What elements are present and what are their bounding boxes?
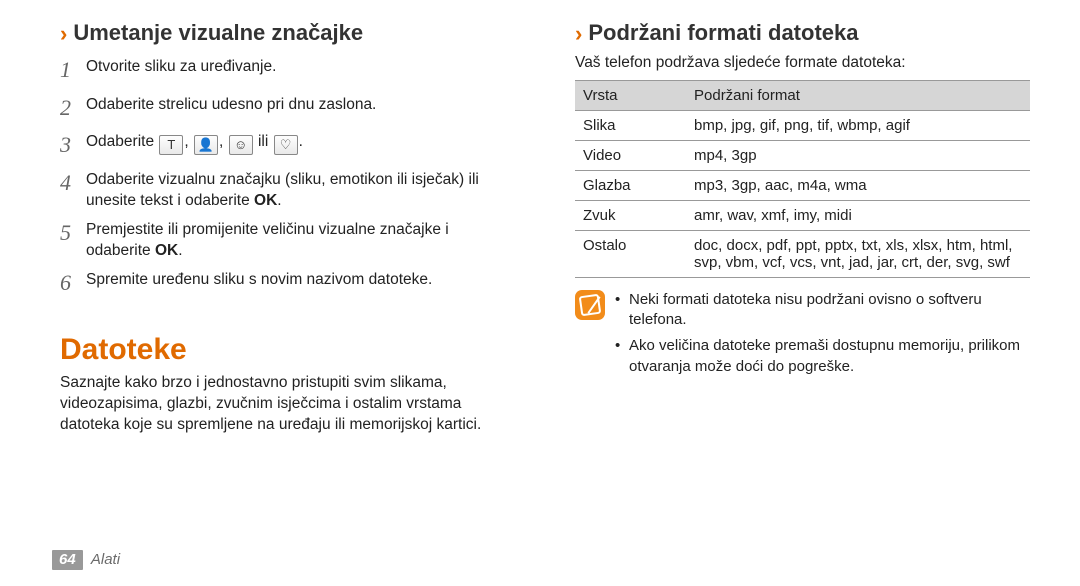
chevron-icon: › xyxy=(60,21,67,46)
note-item: Neki formati datoteka nisu podržani ovis… xyxy=(615,290,1030,337)
note-list: Neki formati datoteka nisu podržani ovis… xyxy=(615,290,1030,383)
supported-formats-heading: ›Podržani formati datoteka xyxy=(575,20,1030,47)
left-column: ›Umetanje vizualne značajke Otvorite sli… xyxy=(60,20,515,520)
step-4: Odaberite vizualnu značajku (sliku, emot… xyxy=(60,166,515,216)
formats-table: Vrsta Podržani format Slikabmp, jpg, gif… xyxy=(575,80,1030,278)
cell-format: doc, docx, pdf, ppt, pptx, txt, xls, xls… xyxy=(686,230,1030,277)
steps-list: Otvorite sliku za uređivanje. Odaberite … xyxy=(60,53,515,303)
step-1: Otvorite sliku za uređivanje. xyxy=(60,53,515,91)
cell-type: Ostalo xyxy=(575,230,686,277)
step-3: Odaberite T, 👤, ☺ ili ♡. xyxy=(60,128,515,166)
cell-type: Slika xyxy=(575,110,686,140)
cell-type: Zvuk xyxy=(575,200,686,230)
table-row: Slikabmp, jpg, gif, png, tif, wbmp, agif xyxy=(575,110,1030,140)
cell-format: mp4, 3gp xyxy=(686,140,1030,170)
heart-tool-icon: ♡ xyxy=(274,135,298,155)
footer-section: Alati xyxy=(91,551,120,568)
text-tool-icon: T xyxy=(159,135,183,155)
step-2: Odaberite strelicu udesno pri dnu zaslon… xyxy=(60,91,515,129)
col-format: Podržani format xyxy=(686,80,1030,110)
col-type: Vrsta xyxy=(575,80,686,110)
note-block: Neki formati datoteka nisu podržani ovis… xyxy=(575,290,1030,383)
table-header-row: Vrsta Podržani format xyxy=(575,80,1030,110)
supported-formats-intro: Vaš telefon podržava sljedeće formate da… xyxy=(575,53,1030,74)
page-footer: 64 Alati xyxy=(52,550,120,570)
chevron-icon: › xyxy=(575,21,582,46)
files-heading: Datoteke xyxy=(60,333,515,367)
note-icon xyxy=(575,290,605,320)
emoticon-tool-icon: ☺ xyxy=(229,135,253,155)
cell-format: mp3, 3gp, aac, m4a, wma xyxy=(686,170,1030,200)
table-row: Videomp4, 3gp xyxy=(575,140,1030,170)
clipart-tool-icon: 👤 xyxy=(194,135,218,155)
step-5: Premjestite ili promijenite veličinu viz… xyxy=(60,216,515,266)
cell-type: Glazba xyxy=(575,170,686,200)
files-intro-text: Saznajte kako brzo i jednostavno pristup… xyxy=(60,373,515,436)
cell-format: bmp, jpg, gif, png, tif, wbmp, agif xyxy=(686,110,1030,140)
note-item: Ako veličina datoteke premaši dostupnu m… xyxy=(615,336,1030,383)
cell-format: amr, wav, xmf, imy, midi xyxy=(686,200,1030,230)
right-column: ›Podržani formati datoteka Vaš telefon p… xyxy=(575,20,1030,520)
table-row: Glazbamp3, 3gp, aac, m4a, wma xyxy=(575,170,1030,200)
insert-visual-feature-heading: ›Umetanje vizualne značajke xyxy=(60,20,515,47)
page-number: 64 xyxy=(52,550,83,570)
cell-type: Video xyxy=(575,140,686,170)
step-6: Spremite uređenu sliku s novim nazivom d… xyxy=(60,266,515,304)
table-row: Ostalodoc, docx, pdf, ppt, pptx, txt, xl… xyxy=(575,230,1030,277)
table-row: Zvukamr, wav, xmf, imy, midi xyxy=(575,200,1030,230)
